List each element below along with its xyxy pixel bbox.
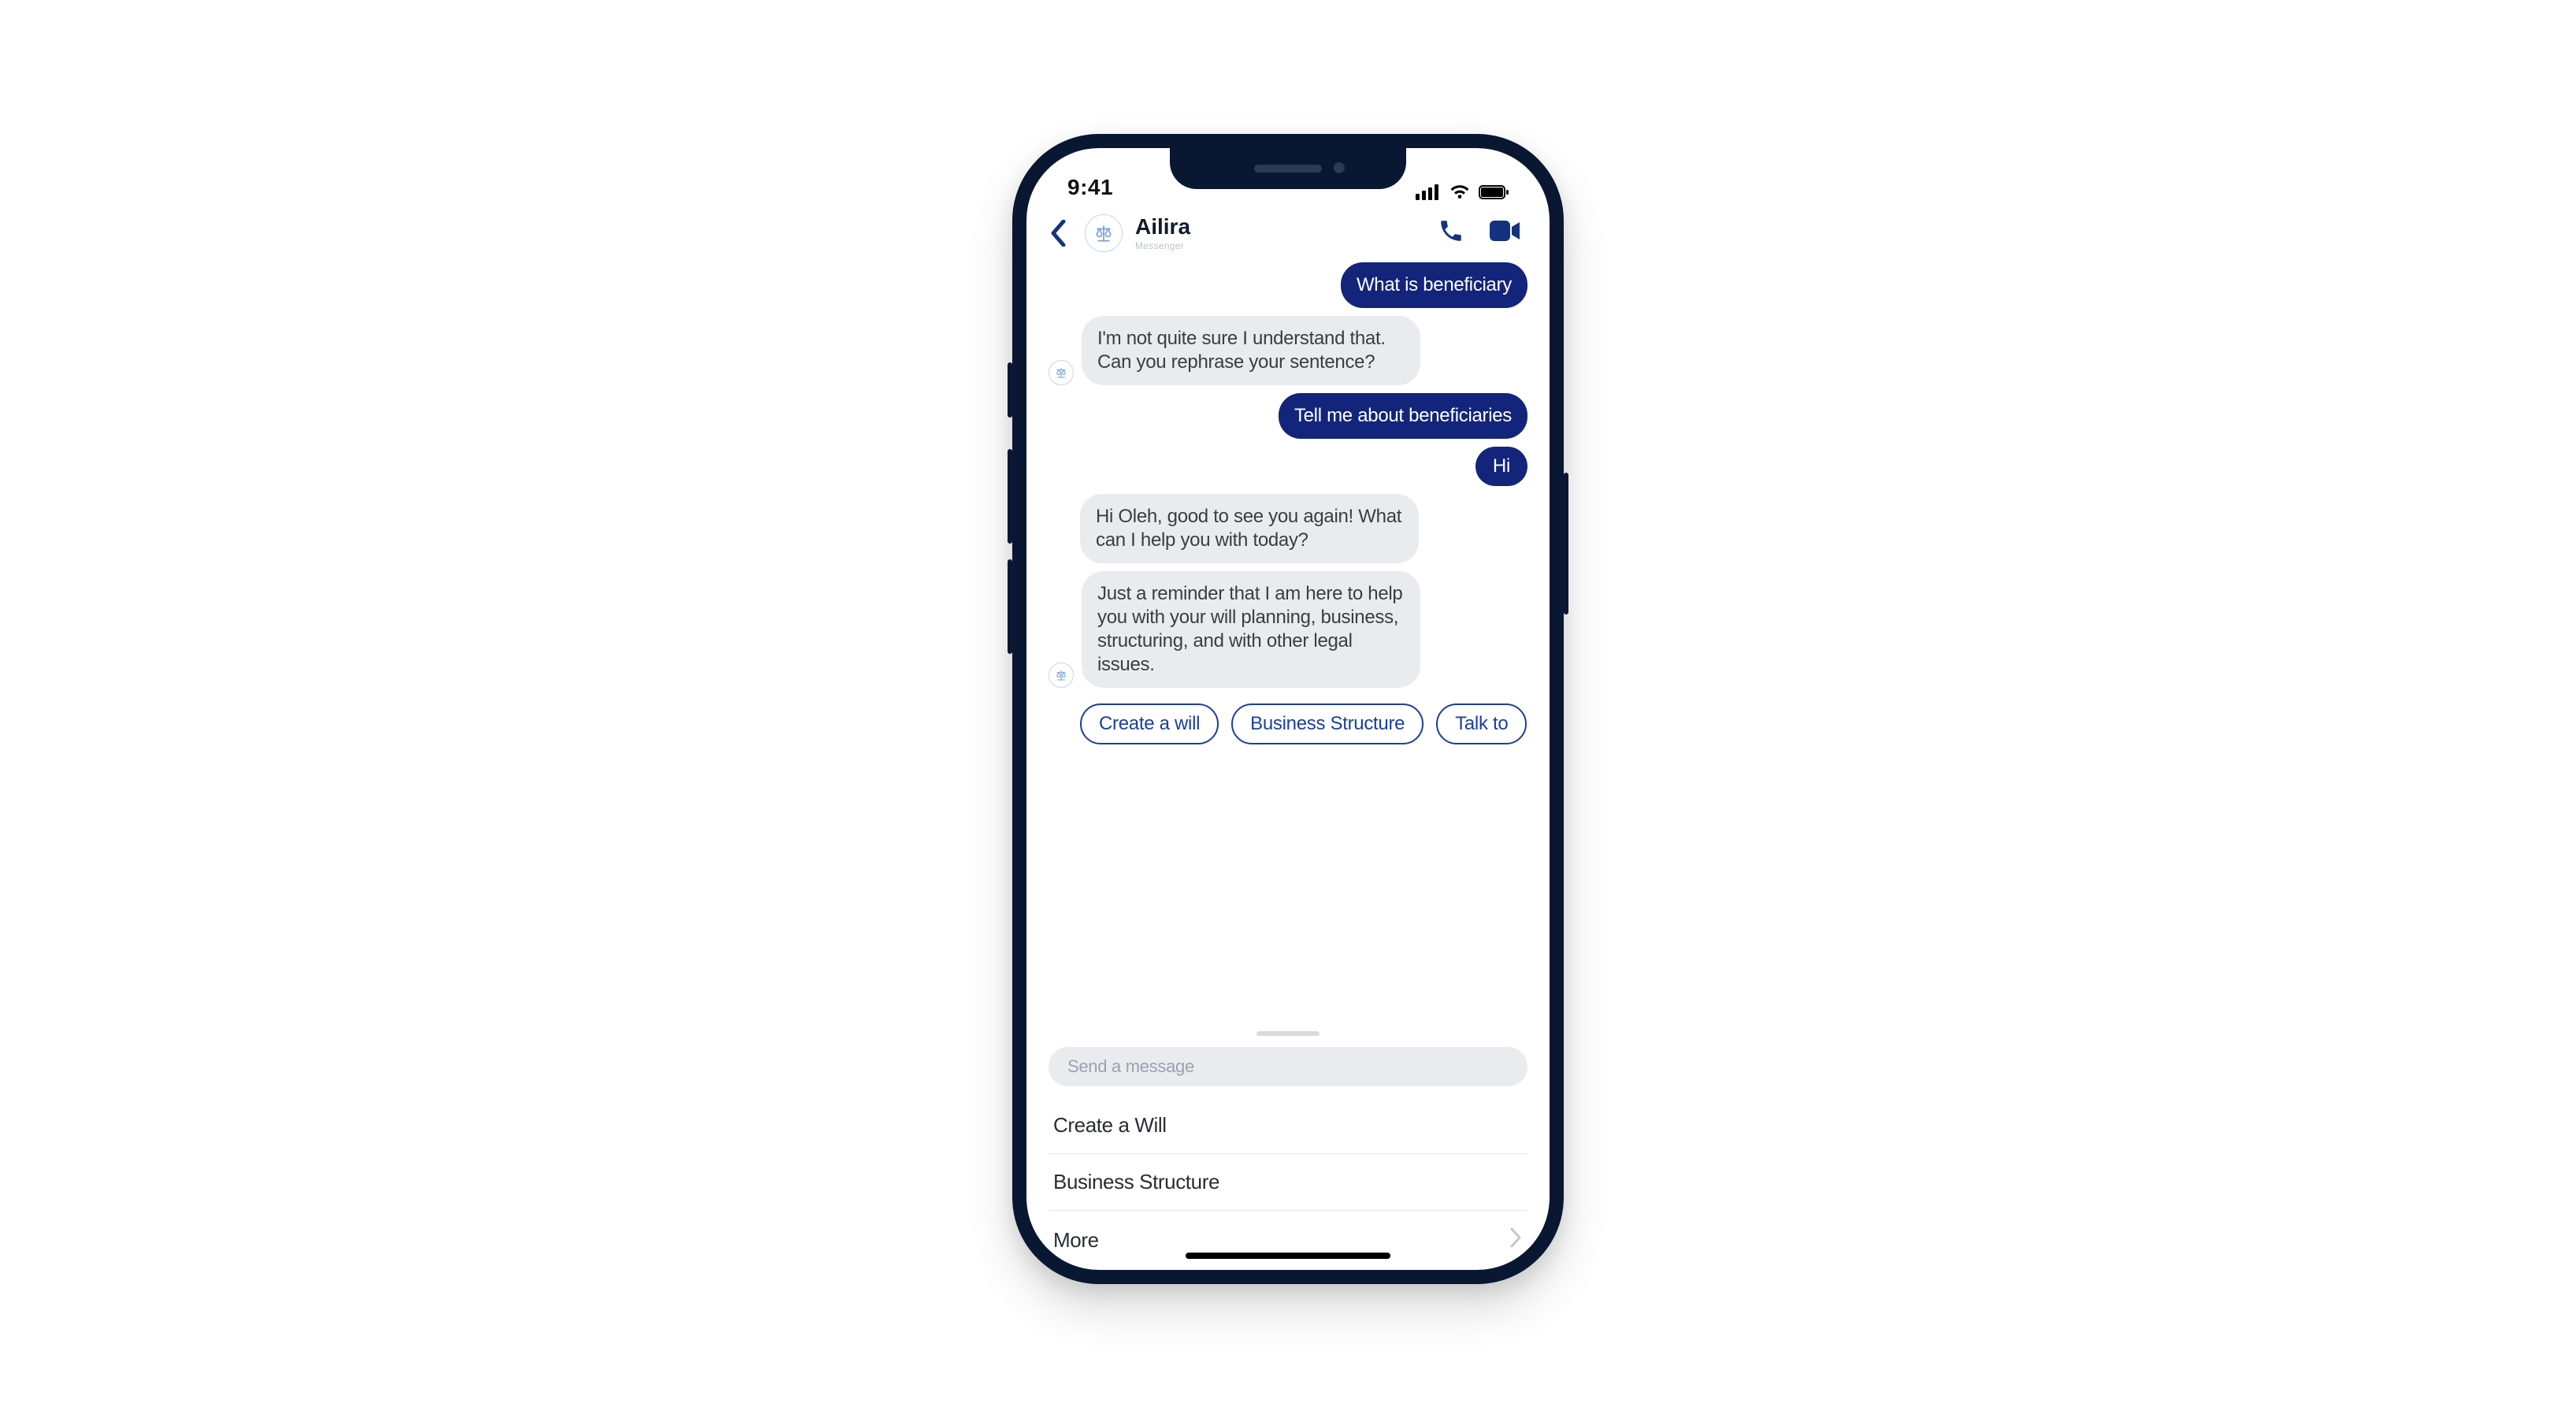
chat-header: Ailira Messenger (1026, 202, 1550, 258)
chevron-right-icon (1509, 1227, 1523, 1254)
chip-talk-to[interactable]: Talk to (1436, 703, 1527, 744)
status-icons (1416, 184, 1513, 200)
status-time: 9:41 (1063, 175, 1113, 200)
side-button (1564, 473, 1568, 614)
battery-icon (1479, 184, 1510, 200)
phone-frame: 9:41 (1012, 134, 1564, 1284)
message-row-received: Hi Oleh, good to see you again! What can… (1049, 494, 1527, 563)
home-indicator[interactable] (1186, 1253, 1390, 1259)
speaker (1254, 165, 1322, 173)
chat-area[interactable]: What is beneficiary I'm not quite sure I… (1026, 258, 1550, 1014)
message-sent: Hi (1475, 447, 1527, 486)
message-received: Hi Oleh, good to see you again! What can… (1080, 494, 1419, 563)
message-input[interactable] (1066, 1056, 1510, 1078)
menu-item-label: More (1053, 1228, 1509, 1253)
chip-business-structure[interactable]: Business Structure (1231, 703, 1423, 744)
chevron-left-icon (1049, 220, 1067, 247)
message-sent: Tell me about beneficiaries (1279, 393, 1527, 439)
scales-icon (1055, 669, 1067, 681)
scales-icon (1093, 223, 1114, 243)
side-button (1008, 362, 1012, 418)
phone-icon (1438, 217, 1464, 244)
message-row-sent: Tell me about beneficiaries Hi (1049, 393, 1527, 486)
stage: 9:41 (0, 0, 2576, 1418)
side-button (1008, 449, 1012, 544)
chip-create-will[interactable]: Create a will (1080, 703, 1219, 744)
menu-item-create-will[interactable]: Create a Will (1049, 1097, 1527, 1154)
notch (1170, 148, 1406, 189)
side-button (1008, 559, 1012, 654)
camera-dot (1334, 162, 1345, 173)
title-block: Ailira Messenger (1135, 216, 1190, 251)
composer[interactable] (1049, 1047, 1527, 1086)
message-row-received: Just a reminder that I am here to help y… (1049, 571, 1527, 688)
chat-title: Ailira (1135, 216, 1190, 238)
wifi-icon (1449, 184, 1471, 200)
message-received: Just a reminder that I am here to help y… (1082, 571, 1420, 688)
call-button[interactable] (1431, 213, 1471, 253)
chat-subtitle: Messenger (1135, 241, 1190, 251)
bot-avatar (1049, 663, 1074, 688)
menu-item-label: Create a Will (1053, 1113, 1167, 1138)
screen: 9:41 (1026, 148, 1550, 1270)
menu-item-more[interactable]: More (1049, 1211, 1527, 1270)
bot-avatar (1049, 360, 1074, 385)
message-received: I'm not quite sure I understand that. Ca… (1082, 316, 1420, 385)
menu-item-label: Business Structure (1053, 1170, 1219, 1194)
quick-reply-chips: Create a will Business Structure Talk to (1049, 696, 1527, 748)
composer-area (1026, 1014, 1550, 1086)
back-button[interactable] (1044, 219, 1072, 247)
menu-item-business-structure[interactable]: Business Structure (1049, 1154, 1527, 1211)
video-icon (1490, 219, 1521, 243)
message-row-sent: What is beneficiary (1049, 262, 1527, 308)
video-button[interactable] (1483, 214, 1527, 251)
avatar[interactable] (1085, 214, 1123, 252)
drag-handle[interactable] (1256, 1031, 1320, 1036)
message-sent: What is beneficiary (1341, 262, 1527, 308)
action-menu: Create a Will Business Structure More (1026, 1086, 1550, 1270)
signal-icon (1416, 184, 1441, 200)
message-row-received: I'm not quite sure I understand that. Ca… (1049, 316, 1527, 385)
scales-icon (1055, 366, 1067, 379)
